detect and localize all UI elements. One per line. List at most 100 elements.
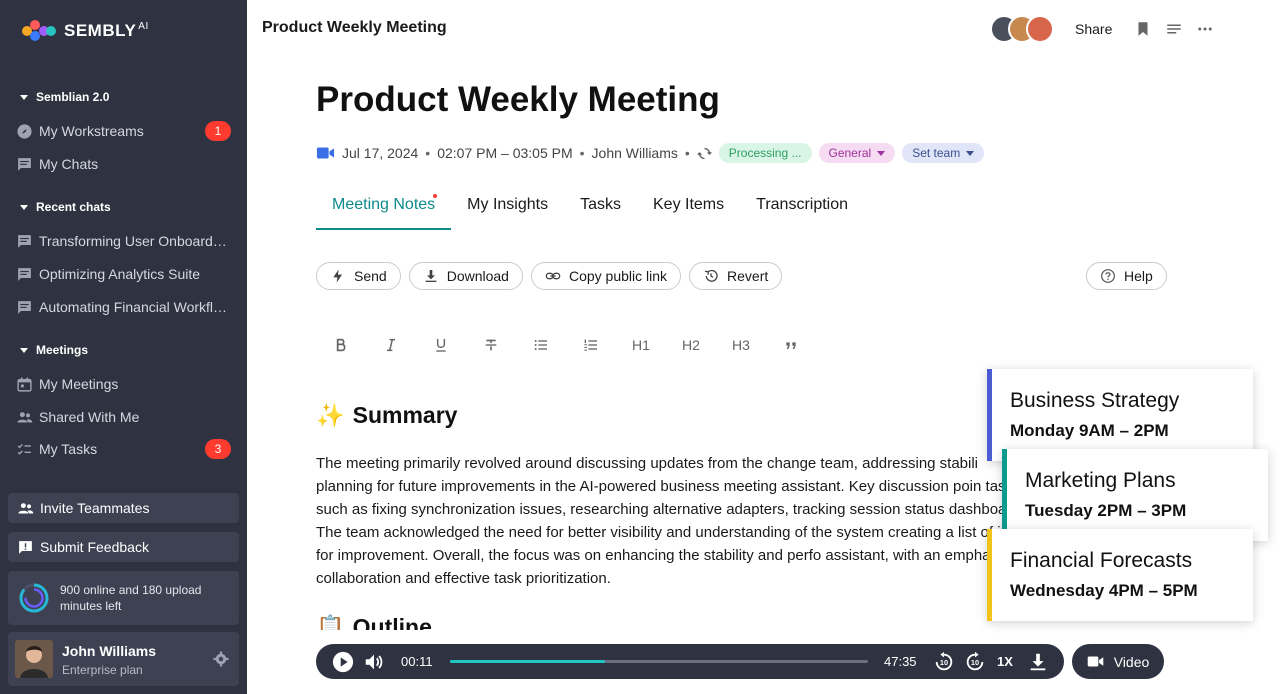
numbered-list-button[interactable] bbox=[566, 332, 616, 358]
sidebar-item-recent-chat[interactable]: Automating Financial Workflo... bbox=[16, 294, 236, 320]
tab-label: Key Items bbox=[653, 196, 725, 213]
download-icon[interactable] bbox=[1027, 651, 1049, 673]
forward-10-icon[interactable]: 10 bbox=[964, 651, 986, 673]
team-dropdown[interactable]: Set team bbox=[902, 143, 985, 163]
card-business-strategy[interactable]: Business Strategy Monday 9AM – 2PM bbox=[987, 369, 1253, 461]
compass-icon bbox=[17, 123, 32, 139]
underline-icon bbox=[436, 339, 446, 352]
card-subtitle: Monday 9AM – 2PM bbox=[1010, 421, 1169, 440]
status-badge: Processing ... bbox=[718, 143, 812, 163]
usage-text: 900 online and 180 upload minutes left bbox=[60, 583, 202, 613]
tab-my-insights[interactable]: My Insights bbox=[451, 190, 564, 230]
heading-2-button[interactable]: H2 bbox=[666, 332, 716, 358]
help-icon bbox=[1101, 269, 1115, 283]
more-options-icon[interactable] bbox=[1196, 20, 1214, 38]
section-semblian[interactable]: Semblian 2.0 bbox=[20, 90, 109, 104]
underline-button[interactable] bbox=[416, 332, 466, 358]
strikethrough-button[interactable] bbox=[466, 332, 516, 358]
volume-icon[interactable] bbox=[363, 651, 385, 673]
download-icon bbox=[425, 270, 437, 282]
send-button[interactable]: Send bbox=[316, 262, 401, 290]
tab-transcription[interactable]: Transcription bbox=[740, 190, 864, 230]
summary-text: The meeting primarily revolved around di… bbox=[316, 455, 1034, 587]
category-label: General bbox=[828, 146, 872, 160]
numbered-list-icon bbox=[584, 339, 597, 351]
revert-button[interactable]: Revert bbox=[689, 262, 783, 290]
quote-button[interactable] bbox=[766, 332, 816, 358]
sidebar-item-chats[interactable]: My Chats bbox=[16, 151, 236, 177]
caret-down-icon bbox=[20, 94, 28, 100]
bookmark-icon[interactable] bbox=[1134, 20, 1152, 38]
history-icon bbox=[704, 269, 718, 282]
tab-tasks[interactable]: Tasks bbox=[564, 190, 637, 230]
bold-icon bbox=[336, 338, 346, 352]
meeting-date: Jul 17, 2024 bbox=[342, 145, 419, 161]
link-icon bbox=[545, 272, 561, 280]
summary-heading: ✨ Summary bbox=[316, 402, 457, 429]
svg-text:10: 10 bbox=[940, 658, 948, 667]
brand-name: SEMBLY bbox=[64, 21, 137, 40]
rewind-10-icon[interactable]: 10 bbox=[933, 651, 955, 673]
sidebar-item-label: My Chats bbox=[39, 156, 99, 172]
card-subtitle: Tuesday 2PM – 3PM bbox=[1025, 501, 1187, 520]
sidebar-item-recent-chat[interactable]: Transforming User Onboarding bbox=[16, 228, 236, 254]
download-label: Download bbox=[446, 268, 509, 284]
card-title: Business Strategy bbox=[1010, 389, 1180, 412]
card-marketing-plans[interactable]: Marketing Plans Tuesday 2PM – 3PM bbox=[1002, 449, 1268, 541]
user-plan: Enterprise plan bbox=[62, 663, 143, 677]
submit-feedback-button[interactable]: Submit Feedback bbox=[8, 532, 239, 562]
chat-icon bbox=[18, 300, 31, 314]
invite-teammates-button[interactable]: Invite Teammates bbox=[8, 493, 239, 523]
action-bar: Send Download Copy public link Revert bbox=[316, 262, 783, 290]
card-financial-forecasts[interactable]: Financial Forecasts Wednesday 4PM – 5PM bbox=[987, 529, 1253, 621]
bullet-list-button[interactable] bbox=[516, 332, 566, 358]
caret-down-icon bbox=[20, 347, 28, 353]
gear-icon[interactable] bbox=[212, 650, 230, 668]
italic-button[interactable] bbox=[366, 332, 416, 358]
user-profile[interactable]: John Williams Enterprise plan bbox=[8, 632, 239, 686]
participants-avatars[interactable] bbox=[990, 15, 1060, 43]
section-meetings[interactable]: Meetings bbox=[20, 343, 88, 357]
card-subtitle: Wednesday 4PM – 5PM bbox=[1010, 581, 1198, 600]
tab-key-items[interactable]: Key Items bbox=[637, 190, 740, 230]
help-button[interactable]: Help bbox=[1086, 262, 1167, 290]
section-recent-chats[interactable]: Recent chats bbox=[20, 200, 111, 214]
tab-meeting-notes[interactable]: Meeting Notes bbox=[316, 190, 452, 230]
outline-title: Outline bbox=[352, 614, 432, 630]
sidebar-item-shared[interactable]: Shared With Me bbox=[16, 404, 236, 430]
play-icon[interactable] bbox=[332, 651, 354, 673]
usage-ring-icon bbox=[19, 583, 49, 613]
sidebar-item-recent-chat[interactable]: Optimizing Analytics Suite bbox=[16, 261, 236, 287]
sidebar-item-workstreams[interactable]: My Workstreams 1 bbox=[16, 118, 236, 144]
chat-icon bbox=[18, 157, 31, 171]
heading-3-button[interactable]: H3 bbox=[716, 332, 766, 358]
video-button[interactable]: Video bbox=[1072, 644, 1164, 679]
progress-track[interactable] bbox=[450, 660, 868, 663]
tab-label: Transcription bbox=[756, 196, 849, 213]
help-label: Help bbox=[1124, 268, 1153, 284]
notes-list-icon[interactable] bbox=[1165, 20, 1183, 38]
meeting-title: Product Weekly Meeting bbox=[316, 80, 720, 119]
bold-button[interactable] bbox=[316, 332, 366, 358]
people-icon bbox=[18, 502, 34, 513]
usage-minutes[interactable]: 900 online and 180 upload minutes left bbox=[8, 571, 239, 625]
video-camera-icon bbox=[1087, 656, 1104, 667]
download-button[interactable]: Download bbox=[408, 262, 523, 290]
svg-text:10: 10 bbox=[971, 658, 979, 667]
playback-speed[interactable]: 1X bbox=[997, 654, 1013, 669]
video-camera-icon bbox=[316, 147, 335, 159]
sidebar-item-label: Optimizing Analytics Suite bbox=[39, 266, 201, 282]
share-button[interactable]: Share bbox=[1075, 21, 1112, 37]
feedback-icon bbox=[19, 540, 32, 554]
submit-feedback-label: Submit Feedback bbox=[40, 539, 149, 555]
sync-icon[interactable] bbox=[696, 146, 712, 161]
copy-link-button[interactable]: Copy public link bbox=[530, 262, 682, 290]
sidebar-item-label: My Meetings bbox=[39, 376, 119, 392]
brand-logo[interactable]: SEMBLY AI bbox=[22, 18, 149, 44]
sidebar-item-my-meetings[interactable]: My Meetings bbox=[16, 371, 236, 397]
heading-1-button[interactable]: H1 bbox=[616, 332, 666, 358]
sparkles-icon: ✨ bbox=[316, 402, 345, 428]
category-dropdown[interactable]: General bbox=[818, 143, 896, 163]
section-recent-label: Recent chats bbox=[36, 200, 111, 214]
sidebar-item-tasks[interactable]: My Tasks 3 bbox=[16, 436, 236, 462]
